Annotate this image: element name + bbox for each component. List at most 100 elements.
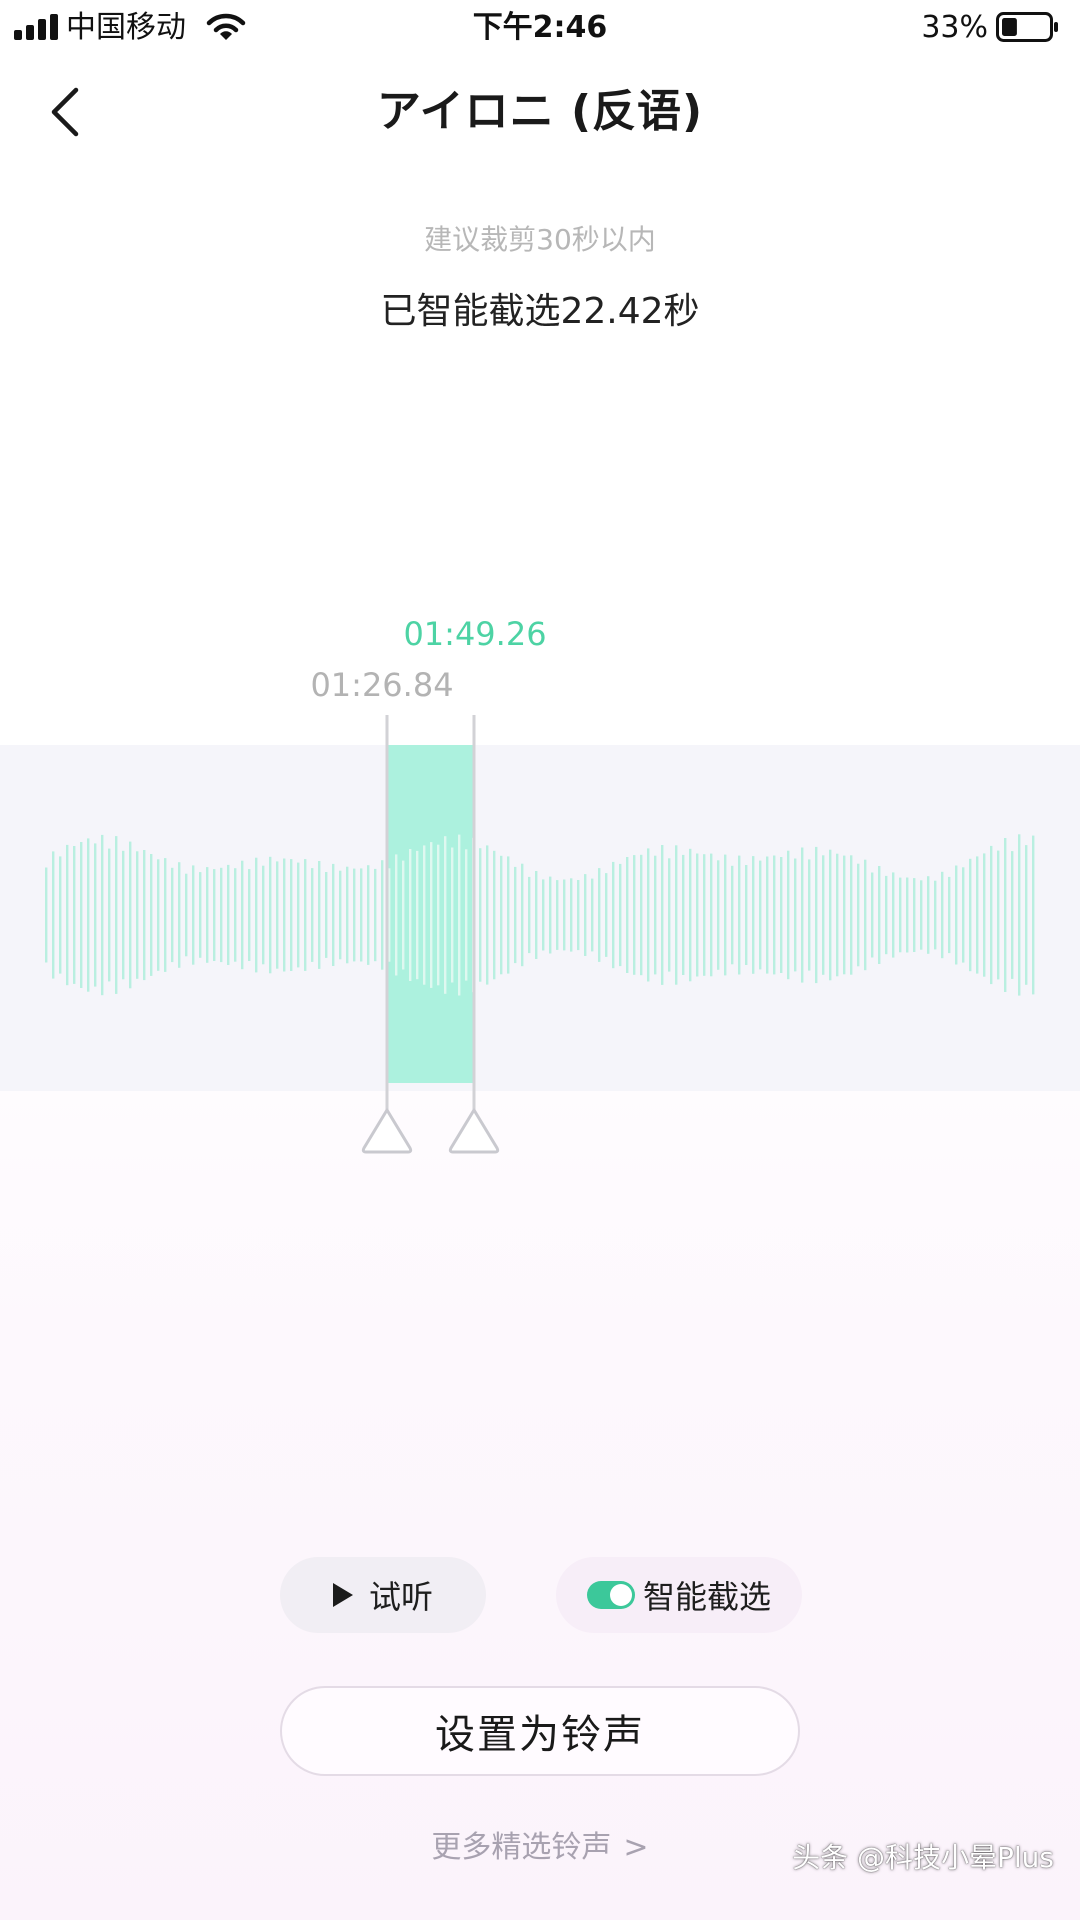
waveform-bar — [234, 868, 237, 962]
waveform-bar — [731, 865, 734, 965]
waveform-bar — [549, 876, 552, 954]
end-handle-icon[interactable] — [448, 1108, 500, 1154]
waveform-bar — [570, 878, 573, 952]
waveform-bar — [381, 860, 384, 970]
waveform-bar — [325, 872, 328, 958]
waveform-bar — [262, 865, 265, 965]
waveform-bar — [220, 867, 223, 963]
waveform-bar — [59, 856, 62, 974]
waveform-bar — [724, 854, 727, 976]
waveform-bar — [1004, 838, 1007, 992]
waveform-bar — [185, 873, 188, 957]
waveform-bar — [577, 880, 580, 951]
waveform-bar — [941, 871, 944, 959]
waveform-bar — [892, 872, 895, 958]
waveform-bar — [899, 877, 902, 953]
waveform-bar — [437, 844, 440, 986]
waveform-bar — [927, 876, 930, 954]
waveform-bar — [934, 880, 937, 950]
waveform-bar — [808, 859, 811, 971]
waveform-bar — [304, 859, 307, 971]
waveform-bar — [675, 845, 678, 985]
waveform-bar — [444, 836, 447, 994]
waveform-bar — [976, 856, 979, 974]
waveform-bar — [871, 872, 874, 958]
waveform-bar — [836, 853, 839, 977]
battery-icon — [996, 12, 1058, 42]
waveform-bar — [948, 876, 951, 954]
waveform-bar — [619, 863, 622, 967]
waveform-bar — [423, 845, 426, 985]
waveform-bar — [780, 857, 783, 973]
waveform-bar — [794, 858, 797, 972]
waveform-bar — [626, 857, 629, 973]
waveform[interactable] — [0, 700, 1080, 1160]
waveform-bar — [864, 859, 867, 971]
waveform-bar — [521, 863, 524, 967]
waveform-bar — [815, 846, 818, 984]
waveform-bar — [682, 854, 685, 975]
waveform-bar — [605, 873, 608, 957]
waveform-bar — [535, 871, 538, 959]
waveform-bar — [227, 864, 230, 965]
waveform-bar — [458, 834, 461, 996]
waveform-bar — [360, 868, 363, 962]
waveform-bar — [738, 855, 741, 975]
play-icon — [332, 1583, 353, 1607]
selected-duration: 已智能截选22.42秒 — [380, 291, 700, 332]
waveform-bar — [318, 861, 321, 969]
start-handle-icon[interactable] — [361, 1108, 413, 1154]
waveform-bar — [479, 848, 482, 982]
waveform-bar — [297, 862, 300, 968]
waveform-bar — [983, 853, 986, 977]
waveform-bar — [801, 847, 804, 983]
waveform-bar — [717, 860, 720, 970]
waveform-bar — [1011, 851, 1014, 979]
waveform-bar — [906, 877, 909, 953]
waveform-bar — [500, 855, 503, 975]
waveform-bar — [150, 854, 153, 976]
toggle-switch-icon[interactable] — [586, 1581, 635, 1609]
waveform-bar — [556, 880, 559, 950]
waveform-bar — [703, 854, 706, 976]
waveform-bar — [885, 875, 888, 955]
waveform-bar — [920, 880, 923, 950]
more-ringtones-label: 更多精选铃声 — [431, 1830, 612, 1865]
waveform-bar — [465, 849, 468, 981]
waveform-bar — [311, 868, 314, 962]
waveform-bar — [353, 868, 356, 962]
set-ringtone-button[interactable]: 设置为铃声 — [280, 1686, 800, 1776]
waveform-bar — [612, 861, 615, 969]
waveform-bar — [584, 874, 587, 956]
waveform-bar — [787, 850, 790, 980]
waveform-bar — [710, 853, 713, 977]
waveform-bar — [969, 858, 972, 972]
waveform-bar — [955, 865, 958, 965]
waveform-bar — [1025, 845, 1028, 985]
waveform-bars — [45, 834, 1035, 996]
waveform-bar — [276, 861, 279, 969]
status-bar: 中国移动 下午2:46 33% — [0, 0, 1080, 56]
waveform-bar — [66, 844, 69, 986]
preview-button[interactable]: 试听 — [280, 1557, 486, 1633]
waveform-bar — [962, 867, 965, 963]
waveform-bar — [486, 845, 489, 985]
waveform-bar — [430, 842, 433, 988]
waveform-bar — [493, 850, 496, 980]
waveform-bar — [122, 850, 125, 980]
status-time: 下午2:46 — [472, 10, 608, 45]
waveform-bar — [668, 858, 671, 972]
waveform-bar — [409, 849, 412, 981]
waveform-bar — [591, 878, 594, 952]
waveform-bar — [850, 855, 853, 975]
waveform-bar — [395, 854, 398, 976]
waveform-bar — [367, 865, 370, 965]
waveform-bar — [52, 851, 55, 979]
waveform-bar — [997, 850, 1000, 980]
waveform-bar — [507, 856, 510, 974]
smart-select-toggle[interactable]: 智能截选 — [556, 1557, 802, 1633]
waveform-bar — [689, 848, 692, 982]
waveform-bar — [878, 866, 881, 964]
waveform-bar — [563, 879, 566, 951]
waveform-bar — [143, 850, 146, 981]
